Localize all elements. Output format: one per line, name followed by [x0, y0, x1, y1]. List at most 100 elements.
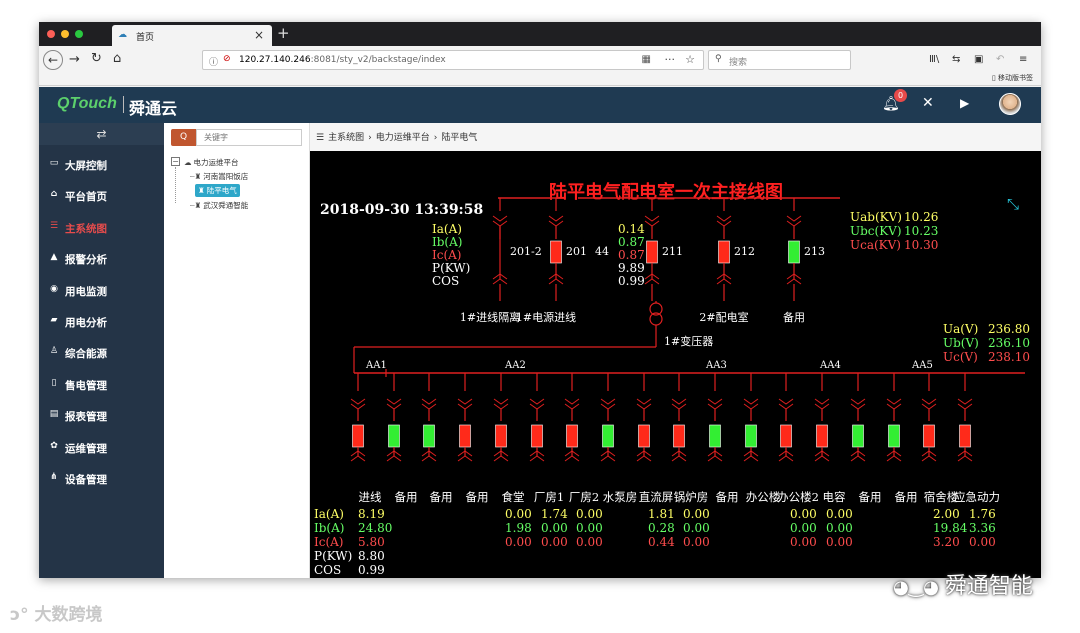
- lv-readout-label: Ib(A): [314, 521, 344, 535]
- sidebar-item[interactable]: ▯ 售电管理: [39, 369, 164, 400]
- mobile-bookmarks[interactable]: ▯ 移动版书签: [992, 73, 1033, 83]
- phase-voltage-value: 236.10: [988, 336, 1030, 350]
- sidebar-item-label: 报表管理: [65, 411, 107, 424]
- insecure-lock-icon[interactable]: ⊘: [223, 54, 231, 64]
- phase-voltage-label: Uc(V): [943, 350, 978, 364]
- lv-readout-value: 1.98: [505, 521, 532, 535]
- breadcrumb-item[interactable]: 电力运维平台: [376, 133, 430, 143]
- hv-readout-label: Ia(A): [432, 222, 462, 236]
- isolator-chevron: [564, 455, 580, 462]
- bookmark-star-icon[interactable]: ☆: [685, 53, 695, 66]
- isolator-chevron: [644, 215, 660, 222]
- sidebar-item[interactable]: ◉ 用电监测: [39, 275, 164, 306]
- back-button[interactable]: ←: [43, 50, 63, 70]
- new-tab-button[interactable]: +: [277, 24, 290, 42]
- keyword-input[interactable]: [196, 129, 302, 146]
- browser-window: ☁ 首页 × + ← → ↻ ⌂ ⓘ ⊘ 120.27.140.246:8081…: [39, 22, 1041, 578]
- sidebar-item[interactable]: ♙ 综合能源: [39, 337, 164, 368]
- lv-readout-value: 0.00: [969, 535, 996, 549]
- sidebar-item[interactable]: ✿ 运维管理: [39, 432, 164, 463]
- sync-icon[interactable]: ⇆: [952, 54, 960, 65]
- search-bar[interactable]: ⚲ 搜索: [708, 50, 851, 70]
- lv-feeder-name: 食堂: [502, 490, 525, 504]
- fullscreen-icon[interactable]: ✕: [922, 95, 934, 111]
- sidebar-item[interactable]: ☰ 主系统图: [39, 212, 164, 243]
- app-header: QTouch 舜通云 🔔︎ 0 ✕ ▶: [39, 87, 1041, 123]
- sidebar-item[interactable]: ▤ 报表管理: [39, 400, 164, 431]
- isolator-chevron: [529, 398, 545, 405]
- browser-tab[interactable]: ☁ 首页 ×: [112, 25, 272, 46]
- app-logo: QTouch: [57, 95, 117, 112]
- url-bar[interactable]: ⓘ ⊘ 120.27.140.246:8081/sty_v2/backstage…: [202, 50, 704, 70]
- tree-root[interactable]: ☁ 电力运维平台: [184, 157, 239, 168]
- lv-feeder-name: 备用: [466, 490, 489, 504]
- close-tab-icon[interactable]: ×: [254, 28, 264, 42]
- sidebar-toggle-button[interactable]: ⇄: [39, 123, 164, 145]
- info-icon[interactable]: ⓘ: [209, 55, 218, 68]
- minimize-window-button[interactable]: [61, 30, 69, 38]
- more-actions-icon[interactable]: ···: [665, 53, 676, 66]
- library-icon[interactable]: Ⅲ\: [929, 54, 939, 65]
- bus-section-label: AA1: [365, 360, 387, 371]
- play-icon[interactable]: ▶: [960, 96, 969, 110]
- isolator-chevron: [786, 220, 802, 227]
- reload-button[interactable]: ↻: [91, 51, 102, 66]
- lv-readout-value: 0.00: [826, 535, 853, 549]
- sidebar-item[interactable]: ▭ 大屏控制: [39, 149, 164, 180]
- menu-icon[interactable]: ≡: [1019, 54, 1027, 65]
- lv-readout-label: Ia(A): [314, 507, 344, 521]
- cloud-icon: ☁: [184, 158, 192, 167]
- lv-readout-value: 19.84: [933, 521, 968, 535]
- lv-feeder-name: 备用: [895, 490, 918, 504]
- fullscreen-icon[interactable]: ⤡: [1007, 195, 1019, 213]
- wechat-icon: ◕‿◕: [893, 577, 939, 598]
- sidebar: ⇄ ▭ 大屏控制 ⌂ 平台首页 ☰ 主系统图 ▲ 报警分析 ◉ 用电监测 ▰ 用电分析 ♙ 综合能源 ▯ 售电…: [39, 123, 164, 578]
- line-voltage-label: Uca(KV): [850, 238, 901, 252]
- breadcrumb-item[interactable]: 主系统图: [328, 133, 364, 143]
- sidebar-item[interactable]: ▰ 用电分析: [39, 306, 164, 337]
- hv-readout-value: 0.87: [618, 235, 645, 249]
- sidebar-item-label: 用电分析: [65, 317, 107, 329]
- sidebar-item-label: 售电管理: [65, 379, 107, 392]
- isolator-chevron: [493, 398, 509, 405]
- lv-readout-value: 1.81: [648, 507, 675, 521]
- lv-readout-value: 0.00: [683, 535, 710, 549]
- isolator-chevron: [386, 403, 402, 410]
- isolator-chevron: [716, 215, 732, 222]
- isolator-chevron: [600, 455, 616, 462]
- close-window-button[interactable]: [47, 30, 55, 38]
- undo-icon[interactable]: ↶: [996, 54, 1004, 65]
- sidebar-item[interactable]: ⋔ 设备管理: [39, 463, 164, 494]
- tree-collapse-toggle[interactable]: −: [171, 157, 180, 166]
- lv-breaker: [852, 424, 864, 448]
- avatar[interactable]: [999, 93, 1021, 115]
- tree-node-luping[interactable]: ♜ 陆平电气: [195, 184, 240, 197]
- isolator-chevron: [850, 403, 866, 410]
- isolator-chevron: [886, 398, 902, 405]
- tree-node-wuhan[interactable]: ┈♜ 武汉舜通智能: [190, 200, 248, 211]
- lv-feeder-name: 电容: [823, 490, 846, 504]
- tree-search-button[interactable]: Q: [171, 129, 196, 146]
- lv-readout-label: Ic(A): [314, 535, 344, 549]
- tree-node-hotel[interactable]: ┈♜ 河南嵩阳饭店: [190, 171, 248, 182]
- sidebar-item[interactable]: ▲ 报警分析: [39, 243, 164, 274]
- lv-readout-value: 8.80: [358, 549, 385, 563]
- home-button[interactable]: ⌂: [113, 51, 121, 66]
- hv-readout-label: COS: [432, 274, 459, 288]
- isolator-chevron: [671, 398, 687, 405]
- lv-breaker: [388, 424, 400, 448]
- forward-button[interactable]: →: [69, 52, 80, 67]
- qr-code-icon[interactable]: ▦: [642, 54, 651, 65]
- isolator-chevron: [814, 455, 830, 462]
- isolator-chevron: [957, 398, 973, 405]
- eye-icon: ◉: [50, 283, 58, 294]
- maximize-window-button[interactable]: [75, 30, 83, 38]
- org-tree-panel: Q − ☁电力运维平台 ┈♜河南嵩阳饭店 ♜陆平电气 ┈♜武汉舜通智能: [164, 123, 310, 578]
- lv-feeder-name: 备用: [716, 490, 739, 504]
- bell-icon: ▲: [50, 252, 58, 263]
- lv-feeder-name: 锅炉房: [674, 490, 709, 504]
- sidebar-item[interactable]: ⌂ 平台首页: [39, 180, 164, 211]
- factory-icon: ♜: [198, 186, 205, 195]
- sidebar-toggle-icon[interactable]: ▣: [974, 54, 983, 65]
- isolator-chevron: [786, 215, 802, 222]
